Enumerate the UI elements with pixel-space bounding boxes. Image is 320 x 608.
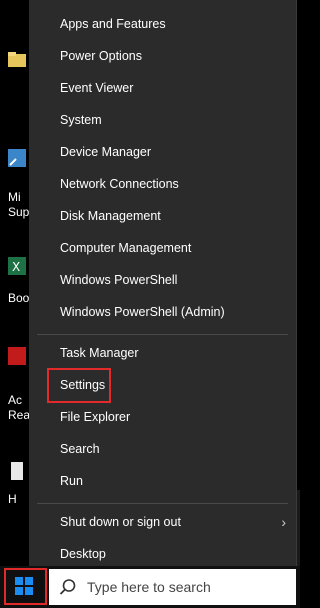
svg-text:X: X — [12, 260, 20, 274]
settings-highlight-box — [47, 368, 111, 403]
folder-icon[interactable] — [6, 48, 28, 70]
search-icon — [59, 579, 76, 595]
menu-item-label: Windows PowerShell — [60, 273, 178, 287]
menu-item-label: Search — [60, 442, 100, 456]
desktop-item-label: H — [8, 492, 17, 506]
menu-item-system[interactable]: System — [29, 104, 296, 136]
taskbar-search-box[interactable]: Type here to search — [49, 569, 296, 605]
menu-item-disk-management[interactable]: Disk Management — [29, 200, 296, 232]
menu-item-label: Device Manager — [60, 145, 152, 159]
menu-item-label: Disk Management — [60, 209, 161, 223]
menu-item-power-options[interactable]: Power Options — [29, 40, 296, 72]
chevron-right-icon: › — [281, 514, 286, 530]
menu-item-task-manager[interactable]: Task Manager — [29, 337, 296, 369]
winx-context-menu: Apps and Features Power Options Event Vi… — [29, 0, 297, 566]
excel-icon[interactable]: X — [6, 255, 28, 277]
menu-item-windows-powershell[interactable]: Windows PowerShell — [29, 264, 296, 296]
menu-item-device-manager[interactable]: Device Manager — [29, 136, 296, 168]
desktop-item-label: Sup — [8, 205, 30, 219]
menu-divider — [37, 334, 288, 335]
desktop-area: Mi Sup X Boo Ac Rea H — [0, 0, 30, 568]
menu-item-network-connections[interactable]: Network Connections — [29, 168, 296, 200]
menu-item-event-viewer[interactable]: Event Viewer — [29, 72, 296, 104]
menu-item-search[interactable]: Search — [29, 433, 296, 465]
menu-item-label: Run — [60, 474, 83, 488]
taskbar: Type here to search — [0, 566, 300, 608]
desktop-item-label: Ac — [8, 393, 23, 407]
menu-item-label: Windows PowerShell (Admin) — [60, 305, 225, 319]
menu-item-label: Shut down or sign out — [60, 515, 181, 529]
menu-divider — [37, 503, 288, 504]
desktop-item-label: Boo — [8, 291, 30, 305]
menu-item-label: Event Viewer — [60, 81, 134, 95]
menu-item-label: Power Options — [60, 49, 142, 63]
desktop-item-label: Rea — [8, 408, 31, 422]
menu-item-label: System — [60, 113, 102, 127]
menu-item-windows-powershell-admin[interactable]: Windows PowerShell (Admin) — [29, 296, 296, 328]
search-placeholder: Type here to search — [87, 579, 211, 595]
menu-item-run[interactable]: Run — [29, 465, 296, 497]
menu-item-shut-down-or-sign-out[interactable]: Shut down or sign out › — [29, 506, 296, 538]
menu-item-label: Network Connections — [60, 177, 179, 191]
desktop-shortcut-icon[interactable] — [6, 147, 28, 169]
menu-item-apps-and-features[interactable]: Apps and Features — [29, 8, 296, 40]
acrobat-icon[interactable] — [6, 345, 28, 367]
file-icon[interactable] — [6, 460, 28, 482]
start-button[interactable] — [0, 566, 48, 608]
desktop-item-label: Mi — [8, 190, 21, 204]
menu-item-file-explorer[interactable]: File Explorer — [29, 401, 296, 433]
menu-item-label: Computer Management — [60, 241, 192, 255]
menu-item-label: Apps and Features — [60, 17, 166, 31]
menu-item-label: Task Manager — [60, 346, 139, 360]
menu-item-computer-management[interactable]: Computer Management — [29, 232, 296, 264]
menu-item-label: File Explorer — [60, 410, 131, 424]
start-button-highlight-box — [4, 568, 47, 605]
